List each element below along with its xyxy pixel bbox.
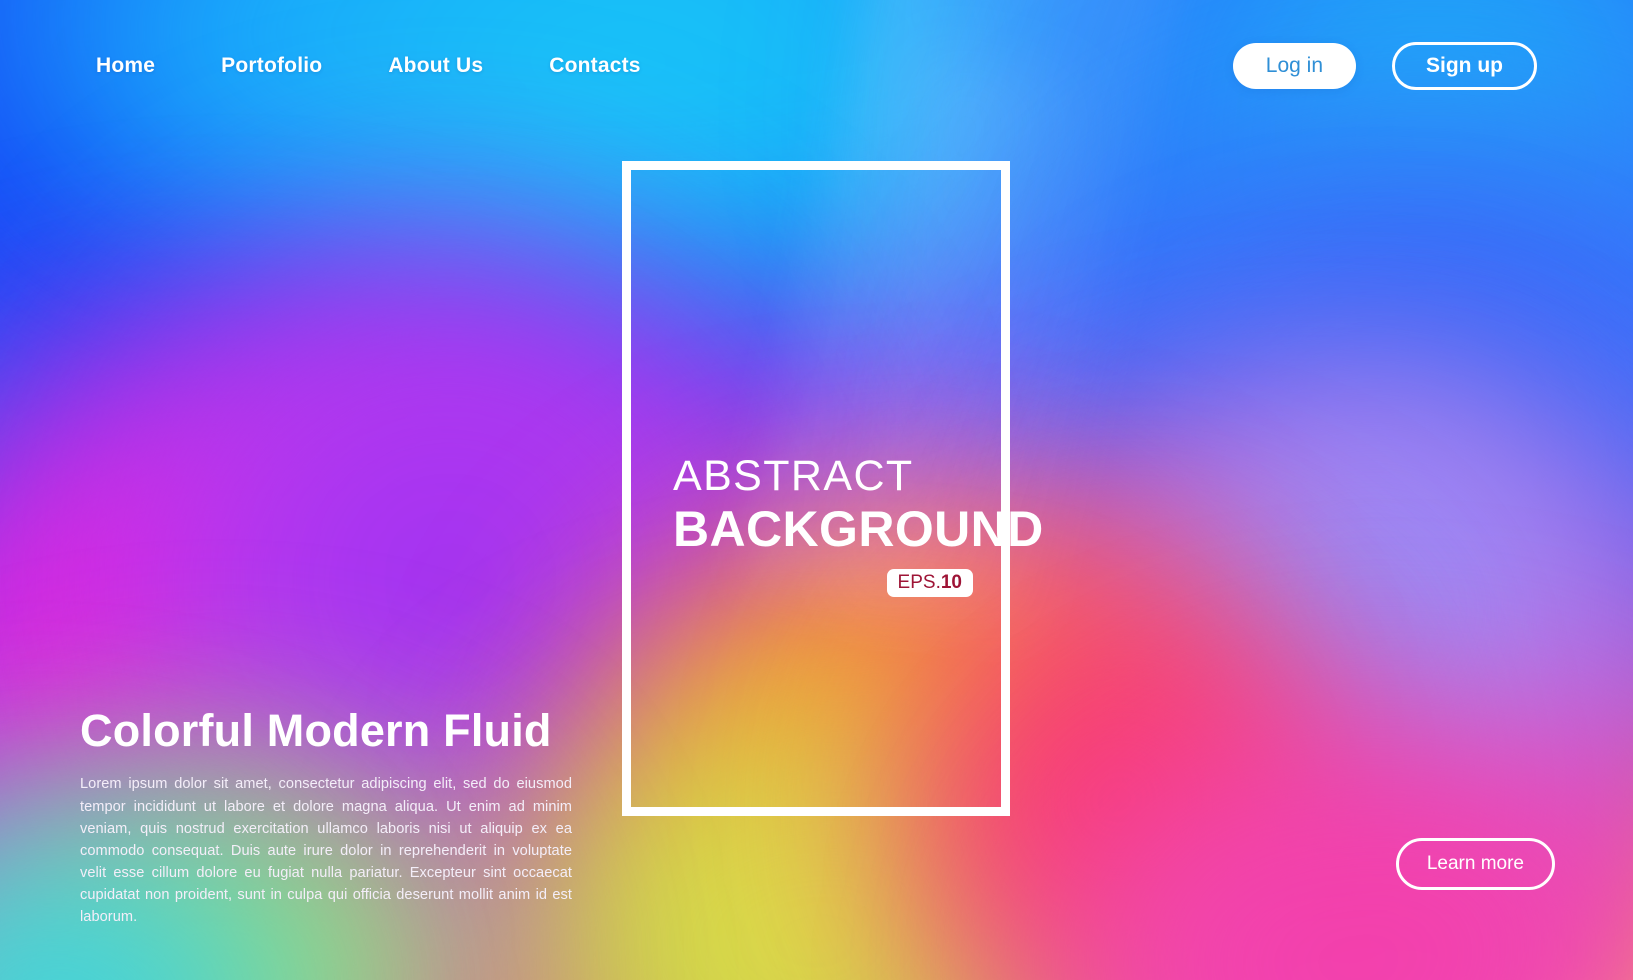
eps-badge-prefix: EPS.	[897, 571, 941, 593]
poster-title-abstract: ABSTRACT	[673, 452, 914, 501]
top-navigation-bar: Home Portofolio About Us Contacts Log in…	[0, 0, 1633, 132]
eps-badge-number: 10	[940, 571, 962, 593]
login-button[interactable]: Log in	[1232, 42, 1356, 90]
poster-badge-row: EPS.10	[673, 568, 973, 597]
hero-landing-page: Home Portofolio About Us Contacts Log in…	[0, 0, 1633, 980]
learn-more-button[interactable]: Learn more	[1395, 838, 1555, 890]
nav-actions: Log in Sign up	[1232, 41, 1537, 91]
poster-title-background: BACKGROUND	[673, 500, 1044, 557]
nav-link-portofolio[interactable]: Portofolio	[221, 54, 322, 78]
poster-frame: ABSTRACT BACKGROUND EPS.10	[622, 161, 1044, 816]
signup-button[interactable]: Sign up	[1392, 41, 1537, 91]
hero-content: Colorful Modern Fluid Lorem ipsum dolor …	[80, 705, 572, 929]
eps-version-badge: EPS.10	[886, 568, 973, 597]
hero-paragraph: Lorem ipsum dolor sit amet, consectetur …	[80, 776, 572, 926]
poster-text-block: ABSTRACT BACKGROUND EPS.10	[673, 452, 1044, 597]
nav-links: Home Portofolio About Us Contacts	[96, 54, 641, 78]
nav-link-contacts[interactable]: Contacts	[549, 54, 640, 78]
page-title: Colorful Modern Fluid	[80, 705, 552, 756]
nav-link-about-us[interactable]: About Us	[388, 54, 483, 78]
nav-link-home[interactable]: Home	[96, 54, 155, 78]
